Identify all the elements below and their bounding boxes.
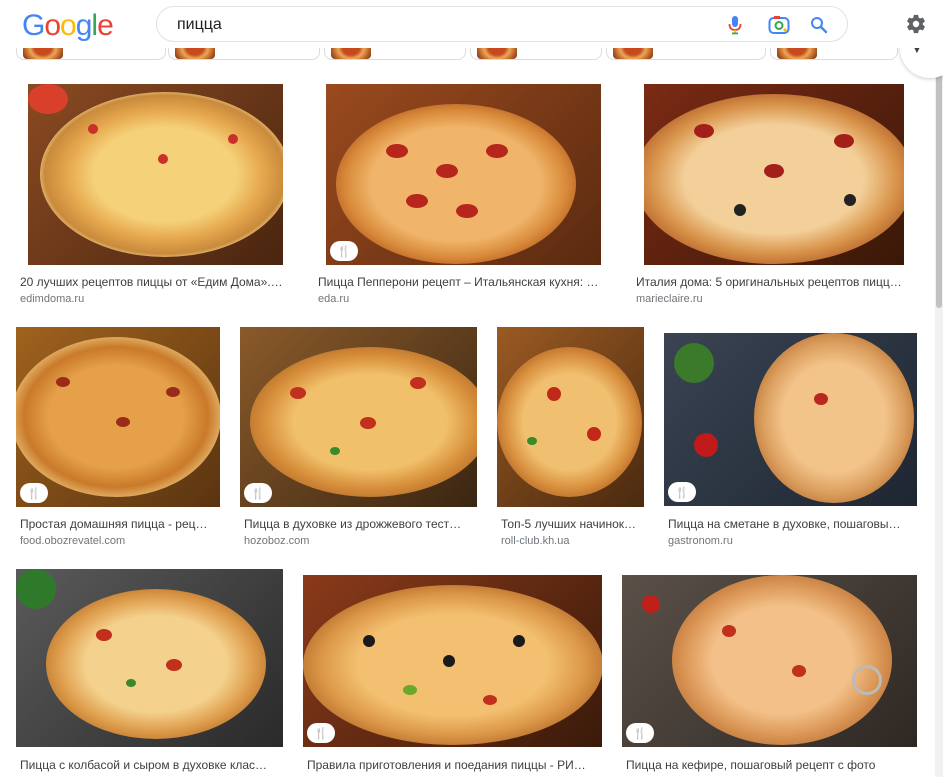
image-result[interactable]: 🍴 Пицца на кефире, пошаговый рецепт с фо… (622, 575, 922, 777)
image-result[interactable]: 🍴 Простая домашняя пицца - рец… food.obo… (16, 327, 226, 552)
recipe-icon: 🍴 (668, 482, 696, 502)
logo-letter: e (97, 9, 114, 42)
image-result[interactable]: Италия дома: 5 оригинальных рецептов пиц… (632, 84, 916, 309)
logo-letter: o (44, 9, 61, 42)
result-site: eda.ru (318, 293, 350, 305)
result-thumbnail[interactable]: 🍴 (240, 327, 477, 507)
image-result[interactable]: 🍴 Правила приготовления и поедания пиццы… (303, 575, 609, 777)
result-title[interactable]: Пицца в духовке из дрожжевого тест… (244, 516, 476, 532)
image-result[interactable]: Топ-5 лучших начинок… roll-club.kh.ua (497, 327, 647, 552)
image-result[interactable]: 20 лучших рецептов пиццы от «Едим Дома».… (16, 84, 292, 309)
result-site: gastronom.ru (668, 535, 733, 547)
result-thumbnail[interactable] (497, 327, 644, 507)
result-title[interactable]: Пицца на сметане в духовке, пошаговы… (668, 516, 914, 532)
logo-letter: G (22, 9, 45, 42)
settings-gear-icon[interactable] (902, 10, 930, 38)
result-site: edimdoma.ru (20, 293, 85, 305)
result-thumbnail[interactable]: 🍴 (16, 327, 220, 507)
result-thumbnail[interactable]: 🍴 (664, 333, 917, 506)
result-thumbnail[interactable]: 🍴 (326, 84, 601, 265)
page-scrollbar[interactable] (935, 48, 943, 777)
result-site: hozoboz.com (244, 535, 310, 547)
recipe-icon: 🍴 (20, 483, 48, 503)
result-thumbnail[interactable]: 🍴 (622, 575, 917, 747)
image-result[interactable]: 🍴 Пицца Пепперони рецепт – Итальянская к… (314, 84, 614, 309)
recipe-icon: 🍴 (330, 241, 358, 261)
result-title[interactable]: Простая домашняя пицца - рец… (20, 516, 220, 532)
search-input[interactable] (177, 15, 697, 35)
result-thumbnail[interactable] (644, 84, 904, 265)
recipe-icon: 🍴 (307, 723, 335, 743)
scrollbar-thumb[interactable] (936, 68, 942, 308)
result-title[interactable]: Правила приготовления и поедания пиццы -… (307, 757, 603, 773)
search-icon[interactable] (807, 13, 831, 37)
result-site: food.obozrevatel.com (20, 535, 126, 547)
recipe-icon: 🍴 (626, 723, 654, 743)
microphone-icon[interactable] (723, 13, 747, 37)
logo-letter: g (75, 9, 93, 42)
result-title[interactable]: Италия дома: 5 оригинальных рецептов пиц… (636, 274, 914, 290)
result-thumbnail[interactable] (16, 569, 283, 747)
google-lens-icon[interactable] (767, 13, 791, 37)
result-title[interactable]: Топ-5 лучших начинок… (501, 516, 645, 532)
search-box (156, 6, 848, 42)
recipe-icon: 🍴 (244, 483, 272, 503)
image-result[interactable]: 🍴 Пицца на сметане в духовке, пошаговы… … (664, 327, 920, 552)
result-thumbnail[interactable] (28, 84, 283, 265)
result-title[interactable]: Пицца с колбасой и сыром в духовке клас… (20, 757, 282, 773)
image-result[interactable]: 🍴 Пицца в духовке из дрожжевого тест… ho… (240, 327, 482, 552)
result-title[interactable]: Пицца на кефире, пошаговый рецепт с фото (626, 757, 918, 773)
result-title[interactable]: Пицца Пепперони рецепт – Итальянская кух… (318, 274, 612, 290)
result-site: roll-club.kh.ua (501, 535, 570, 547)
image-result[interactable]: Пицца с колбасой и сыром в духовке клас… (16, 569, 288, 777)
result-site: marieclaire.ru (636, 293, 703, 305)
result-title[interactable]: 20 лучших рецептов пиццы от «Едим Дома».… (20, 274, 292, 290)
search-header: Google (0, 0, 943, 48)
logo-letter: o (60, 9, 77, 42)
result-thumbnail[interactable]: 🍴 (303, 575, 602, 747)
google-logo[interactable]: Google (22, 9, 114, 43)
